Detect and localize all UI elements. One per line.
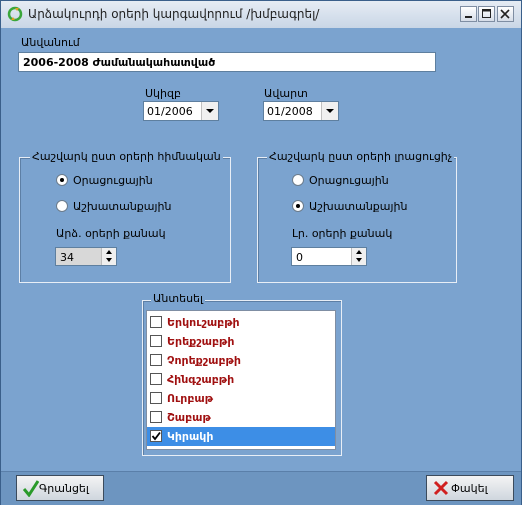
checkmark-icon	[151, 431, 161, 441]
name-label: Անվանում	[21, 36, 80, 49]
chevron-down-icon	[326, 109, 334, 113]
list-item-label: Ուրբաթ	[167, 392, 214, 405]
cancel-button-label: Փակել	[451, 482, 488, 495]
end-label: Ավարտ	[264, 87, 308, 100]
list-item-label: Հինգշաբթի	[167, 373, 235, 386]
save-button-label: Գրանցել	[39, 482, 89, 495]
chevron-down-icon	[356, 258, 362, 262]
spin-up-button[interactable]	[352, 248, 366, 256]
chevron-up-icon	[106, 250, 112, 254]
base-calendar-radio[interactable]	[56, 174, 68, 186]
list-item-label: Երկուշաբթի	[167, 316, 240, 329]
end-select[interactable]: 01/2008	[263, 101, 339, 121]
base-days-value: 34	[60, 251, 74, 264]
spin-up-button[interactable]	[102, 248, 116, 256]
base-days-spinner[interactable]: 34	[55, 247, 117, 266]
checkmark-icon	[23, 480, 39, 497]
extra-working-radio[interactable]	[292, 200, 304, 212]
base-days-group-title: Հաշվարկ ըստ օրերի հիմնական	[30, 150, 223, 163]
close-window-button[interactable]	[497, 6, 514, 22]
list-item[interactable]: Հինգշաբթի	[147, 370, 335, 389]
cancel-button[interactable]: Փակել	[426, 475, 514, 501]
list-item-label: Կիրակի	[167, 430, 214, 443]
start-value: 01/2006	[147, 105, 193, 118]
minimize-icon	[465, 16, 472, 18]
extra-calendar-label: Օրացուցային	[309, 174, 389, 187]
list-item[interactable]: Շաբաթ	[147, 408, 335, 427]
base-working-radio[interactable]	[56, 200, 68, 212]
end-value: 01/2008	[267, 105, 313, 118]
base-days-spin-buttons	[101, 248, 116, 265]
start-select[interactable]: 01/2006	[143, 101, 219, 121]
list-item[interactable]: Երկուշաբթի	[147, 313, 335, 332]
base-calendar-label: Օրացուցային	[73, 174, 153, 187]
extra-days-spin-buttons	[351, 248, 366, 265]
spin-down-button[interactable]	[102, 256, 116, 264]
list-item-label: Շաբաթ	[167, 411, 211, 424]
dialog-window: Արձակուրդի օրերի կարգավորում /խմբագրել/ …	[0, 0, 522, 505]
checkbox[interactable]	[150, 373, 162, 385]
save-button[interactable]: Գրանցել	[16, 475, 104, 501]
list-item-label: Չորեքշաբթի	[167, 354, 241, 367]
checkbox[interactable]	[150, 316, 162, 328]
list-item[interactable]: Երեքշաբթի	[147, 332, 335, 351]
checkbox[interactable]	[150, 430, 162, 442]
start-label: Սկիզբ	[145, 87, 181, 100]
extra-days-label: Լր. օրերի քանակ	[292, 227, 393, 240]
minimize-button[interactable]	[460, 6, 477, 22]
extra-working-label: Աշխատանքային	[309, 200, 408, 213]
checkbox[interactable]	[150, 335, 162, 347]
base-working-label: Աշխատանքային	[73, 200, 172, 213]
list-item[interactable]: Կիրակի	[147, 427, 335, 446]
maximize-button[interactable]	[478, 6, 495, 22]
spin-down-button[interactable]	[352, 256, 366, 264]
chevron-down-icon	[206, 109, 214, 113]
window-title: Արձակուրդի օրերի կարգավորում /խմբագրել/	[28, 7, 320, 21]
checkbox[interactable]	[150, 411, 162, 423]
title-bar[interactable]: Արձակուրդի օրերի կարգավորում /խմբագրել/	[1, 1, 521, 28]
end-dropdown-button[interactable]	[321, 102, 338, 120]
ignore-days-group-title: Անտեսել	[151, 292, 206, 305]
close-icon	[500, 9, 510, 19]
app-icon	[7, 6, 23, 22]
extra-calendar-radio[interactable]	[292, 174, 304, 186]
extra-days-spinner[interactable]: 0	[291, 247, 367, 266]
start-dropdown-button[interactable]	[201, 102, 218, 120]
extra-days-value: 0	[296, 251, 303, 264]
base-days-label: Արձ. օրերի քանակ	[56, 227, 166, 240]
cross-icon	[433, 480, 449, 496]
extra-days-group-title: Հաշվարկ ըստ օրերի լրացուցիչ	[267, 150, 455, 163]
list-item-label: Երեքշաբթի	[167, 335, 235, 348]
checkbox[interactable]	[150, 354, 162, 366]
list-item[interactable]: Չորեքշաբթի	[147, 351, 335, 370]
chevron-up-icon	[356, 250, 362, 254]
chevron-down-icon	[106, 258, 112, 262]
weekday-list[interactable]: Երկուշաբթի Երեքշաբթի Չորեքշաբթի Հինգշաբթ…	[146, 310, 336, 450]
checkbox[interactable]	[150, 392, 162, 404]
list-item[interactable]: Ուրբաթ	[147, 389, 335, 408]
name-input[interactable]: 2006-2008 Ժամանակահատված	[18, 52, 436, 72]
maximize-icon	[482, 9, 491, 18]
